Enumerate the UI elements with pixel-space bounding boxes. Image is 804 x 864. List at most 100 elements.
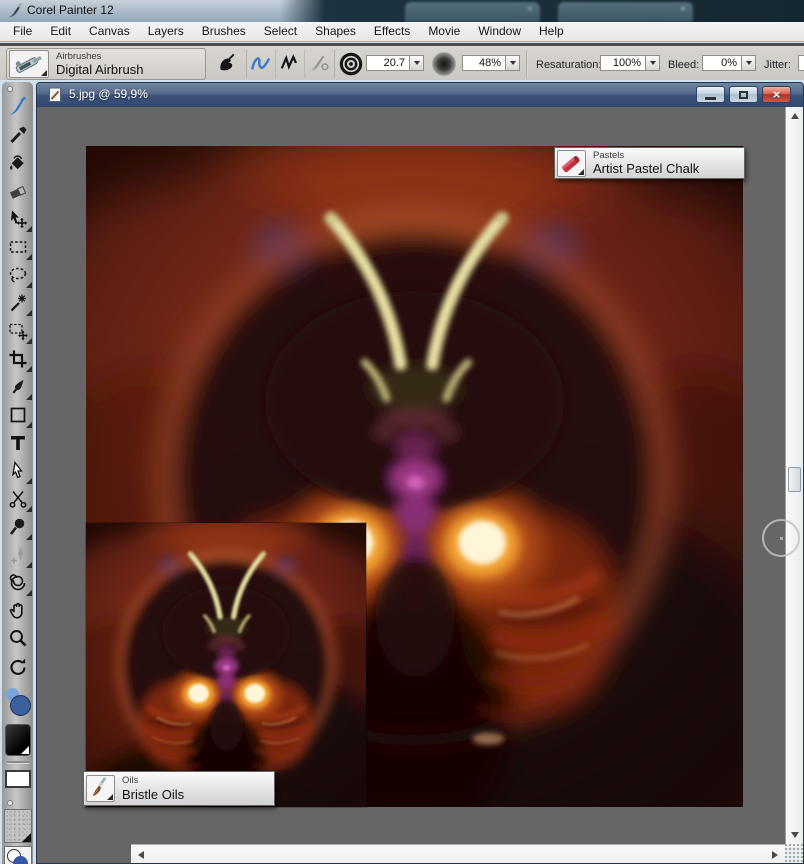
vertical-scrollbar[interactable] — [785, 107, 803, 844]
rotate-page-tool[interactable] — [2, 653, 33, 681]
corel-painter-window: × × Corel Painter 12 File Edit Canvas La… — [0, 0, 804, 864]
stroke-preview-group — [246, 50, 335, 78]
document-titlebar[interactable]: 5.jpg @ 59,9% × — [37, 83, 803, 107]
layer-adjuster-tool[interactable] — [2, 205, 33, 233]
brush-variant-popup-pastels: Pastels Artist Pastel Chalk — [554, 147, 745, 179]
paintbrush-app-icon — [9, 3, 23, 17]
brush-ghost-icon[interactable] — [304, 50, 333, 78]
paint-bucket-tool[interactable] — [2, 149, 33, 177]
toolbox-divider — [6, 761, 29, 764]
stroke-preview-angular-icon[interactable] — [275, 50, 304, 78]
size-dropdown[interactable] — [409, 55, 424, 71]
resize-grip[interactable] — [785, 844, 803, 863]
popup-variant-label: Artist Pastel Chalk — [593, 161, 700, 177]
brush-category-label: Airbrushes — [56, 50, 102, 62]
menu-edit[interactable]: Edit — [41, 22, 80, 41]
divine-proportion-tool[interactable] — [2, 569, 33, 597]
menu-select[interactable]: Select — [255, 22, 306, 41]
selection-adjuster-tool[interactable] — [2, 317, 33, 345]
dropper-tool[interactable] — [2, 121, 33, 149]
opacity-dab-icon[interactable] — [430, 50, 458, 78]
opacity-dropdown[interactable] — [505, 55, 520, 71]
horizontal-scrollbar[interactable] — [131, 844, 785, 863]
jitter-field[interactable] — [798, 55, 804, 71]
brush-cursor-ring — [762, 519, 800, 557]
main-color-circle[interactable] — [9, 695, 31, 716]
main-color-swatch[interactable] — [2, 685, 33, 721]
dab-preview-icon[interactable] — [212, 50, 240, 78]
menu-file[interactable]: File — [4, 22, 41, 41]
jitter-label: Jitter: — [764, 58, 791, 71]
popup-variant-label: Bristle Oils — [122, 786, 185, 802]
airbrush-preview-icon — [9, 50, 49, 78]
scissors-tool[interactable] — [2, 485, 33, 513]
lasso-tool[interactable] — [2, 261, 33, 289]
menu-canvas[interactable]: Canvas — [80, 22, 139, 41]
menu-movie[interactable]: Movie — [419, 22, 469, 41]
resaturation-field[interactable]: 100% — [600, 55, 646, 71]
brush-variant-label: Digital Airbrush — [56, 62, 144, 78]
window-title: Corel Painter 12 — [27, 3, 114, 17]
brush-tool[interactable] — [2, 93, 33, 121]
resaturation-dropdown[interactable] — [645, 55, 660, 71]
bleed-label: Bleed: — [668, 58, 700, 71]
workspace: 5.jpg @ 59,9% × Pastels Artist Pastel Ch… — [0, 80, 804, 864]
scroll-left-icon[interactable] — [138, 851, 144, 859]
opacity-field[interactable]: 48% — [462, 55, 506, 71]
scroll-down-icon[interactable] — [791, 832, 799, 838]
toolbox-panel-handle[interactable] — [7, 800, 13, 806]
tab-close-icon: × — [527, 4, 533, 15]
app-titlebar[interactable]: × × Corel Painter 12 — [0, 0, 804, 22]
oil-brush-icon — [86, 775, 115, 802]
menu-shapes[interactable]: Shapes — [306, 22, 365, 41]
rectangular-selection-tool[interactable] — [2, 233, 33, 261]
pastel-stick-icon — [557, 149, 586, 177]
pen-tool[interactable] — [2, 373, 33, 401]
brush-selector[interactable]: Airbrushes Digital Airbrush — [6, 48, 206, 80]
pattern-selector-swatch[interactable] — [2, 845, 33, 864]
minimize-button[interactable] — [696, 86, 725, 103]
brush-variant-popup-oils: Oils Bristle Oils — [83, 771, 275, 806]
stroke-preview-selected-icon[interactable] — [247, 50, 275, 78]
bleed-field[interactable]: 0% — [702, 55, 742, 71]
crop-tool[interactable] — [2, 345, 33, 373]
restore-button[interactable] — [729, 86, 758, 103]
menu-effects[interactable]: Effects — [365, 22, 419, 41]
close-button[interactable]: × — [762, 86, 791, 103]
paper-texture-swatch[interactable] — [2, 807, 33, 845]
rectangle-shape-tool[interactable] — [2, 401, 33, 429]
magic-wand-tool[interactable] — [2, 289, 33, 317]
painting-inset — [86, 523, 366, 807]
document-icon — [49, 87, 61, 102]
property-bar: Airbrushes Digital Airbrush 20.7 48% Res… — [0, 43, 804, 80]
grabber-tool[interactable] — [2, 597, 33, 625]
menu-help[interactable]: Help — [530, 22, 573, 41]
text-tool[interactable] — [2, 429, 33, 457]
scroll-right-icon[interactable] — [772, 851, 778, 859]
brush-size-dab-icon[interactable] — [337, 50, 365, 78]
paper-selector-swatch[interactable] — [2, 766, 33, 792]
eraser-tool[interactable] — [2, 177, 33, 205]
toolbox — [2, 82, 33, 864]
scroll-up-icon[interactable] — [791, 113, 799, 119]
menu-brushes[interactable]: Brushes — [193, 22, 255, 41]
menu-window[interactable]: Window — [469, 22, 530, 41]
add-point-tool[interactable] — [2, 541, 33, 569]
dodge-tool[interactable] — [2, 513, 33, 541]
canvas-area[interactable]: Pastels Artist Pastel Chalk Oils Bristle… — [37, 107, 803, 863]
toolbox-handle[interactable] — [7, 86, 13, 92]
background-tab: × — [558, 2, 693, 22]
bleed-dropdown[interactable] — [741, 55, 756, 71]
gradient-selector-swatch[interactable] — [2, 721, 33, 759]
tab-close-icon: × — [680, 4, 686, 15]
shape-selection-tool[interactable] — [2, 457, 33, 485]
magnifier-tool[interactable] — [2, 625, 33, 653]
menu-layers[interactable]: Layers — [139, 22, 193, 41]
restore-icon — [739, 90, 748, 99]
menu-bar: File Edit Canvas Layers Brushes Select S… — [0, 22, 804, 42]
size-field[interactable]: 20.7 — [366, 55, 410, 71]
document-title: 5.jpg @ 59,9% — [69, 87, 148, 101]
document-window: 5.jpg @ 59,9% × Pastels Artist Pastel Ch… — [36, 82, 804, 864]
vertical-scroll-thumb[interactable] — [788, 467, 801, 492]
background-browser-glass: × × — [280, 0, 804, 22]
